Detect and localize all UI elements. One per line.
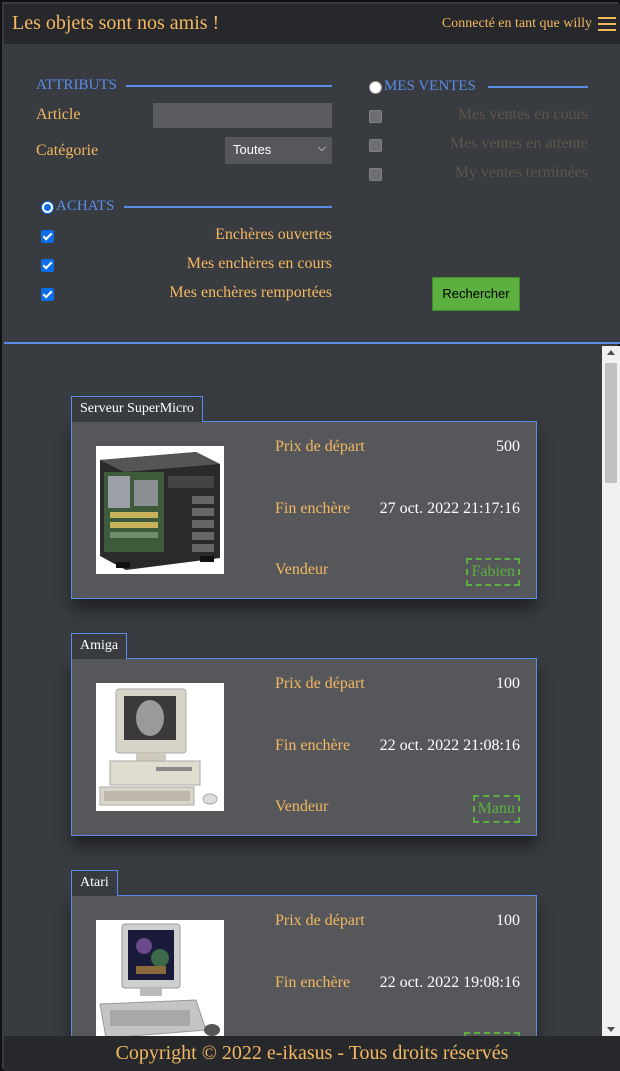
sales-current-label: Mes ventes en cours xyxy=(457,106,588,123)
atari-image[interactable] xyxy=(96,920,224,1036)
app-frame: Les objets sont nos amis ! Connecté en t… xyxy=(0,0,620,1071)
won-bids-checkbox[interactable] xyxy=(41,288,54,301)
won-bids-label: Mes enchères remportées xyxy=(169,284,332,301)
search-filters: ATTRIBUTS Article Catégorie Toutes ⌵ MES… xyxy=(4,44,620,344)
footer-copyright: Copyright © 2022 e-ikasus - Tous droits … xyxy=(4,1036,620,1071)
sales-finished-checkbox[interactable] xyxy=(369,168,382,181)
listing-title[interactable]: Amiga xyxy=(71,633,128,659)
category-label: Catégorie xyxy=(36,142,99,159)
listing-card[interactable]: Atari Prix de départ 100 Fin enchère 22 … xyxy=(71,870,537,1036)
category-select[interactable]: Toutes ⌵ xyxy=(225,137,332,164)
listing-body: Prix de départ 100 Fin enchère 22 oct. 2… xyxy=(71,658,537,836)
results-scrollbar[interactable] xyxy=(602,346,620,1036)
listing-card[interactable]: Serveur SuperMicro Prix de départ 500 Fi… xyxy=(71,396,537,606)
end-date-label: Fin enchère xyxy=(275,974,351,991)
article-label: Article xyxy=(36,106,81,123)
search-button[interactable]: Rechercher xyxy=(432,277,520,311)
sales-divider xyxy=(488,86,588,88)
start-price-value: 100 xyxy=(496,675,520,692)
listing-title[interactable]: Serveur SuperMicro xyxy=(71,396,203,422)
header: Les objets sont nos amis ! Connecté en t… xyxy=(4,4,620,44)
attributes-divider xyxy=(126,85,332,87)
seller-label: Vendeur xyxy=(275,561,329,578)
category-selected: Toutes xyxy=(233,142,272,157)
listing-title[interactable]: Atari xyxy=(71,870,118,896)
start-price-value: 100 xyxy=(496,912,520,929)
purchases-radio[interactable] xyxy=(41,201,54,214)
article-input[interactable] xyxy=(153,103,332,128)
seller-link[interactable]: Manu xyxy=(472,795,520,823)
scroll-up-icon[interactable] xyxy=(607,350,615,355)
end-date-label: Fin enchère xyxy=(275,500,351,517)
seller-link[interactable]: Fabien xyxy=(466,558,520,586)
sales-radio[interactable] xyxy=(369,81,382,94)
seller-label: Vendeur xyxy=(275,798,329,815)
start-price-value: 500 xyxy=(496,438,520,455)
scroll-thumb[interactable] xyxy=(605,363,617,483)
listing-body: Prix de départ 500 Fin enchère 27 oct. 2… xyxy=(71,421,537,599)
open-bids-label: Enchères ouvertes xyxy=(215,226,332,243)
scroll-down-icon[interactable] xyxy=(607,1027,615,1032)
connected-user: Connecté en tant que willy xyxy=(441,16,592,31)
sales-pending-checkbox[interactable] xyxy=(369,139,382,152)
open-bids-checkbox[interactable] xyxy=(41,230,54,243)
listing-card[interactable]: Amiga Prix de départ 100 Fin enchère 22 … xyxy=(71,633,537,843)
server-image[interactable] xyxy=(96,446,224,574)
results-list: Serveur SuperMicro Prix de départ 500 Fi… xyxy=(4,346,602,1036)
end-date-value: 22 oct. 2022 21:08:16 xyxy=(379,737,520,754)
listing-body: Prix de départ 100 Fin enchère 22 oct. 2… xyxy=(71,895,537,1036)
amiga-image[interactable] xyxy=(96,683,224,811)
end-date-value: 22 oct. 2022 19:08:16 xyxy=(379,974,520,991)
sales-current-checkbox[interactable] xyxy=(369,110,382,123)
chevron-down-icon: ⌵ xyxy=(317,142,326,154)
start-price-label: Prix de départ xyxy=(275,912,365,929)
purchases-divider xyxy=(124,206,332,208)
my-bids-label: Mes enchères en cours xyxy=(186,255,332,272)
site-title[interactable]: Les objets sont nos amis ! xyxy=(12,12,219,35)
purchases-legend: ACHATS xyxy=(56,198,115,214)
sales-finished-label: My ventes terminées xyxy=(454,164,588,181)
start-price-label: Prix de départ xyxy=(275,438,365,455)
end-date-label: Fin enchère xyxy=(275,737,351,754)
my-bids-checkbox[interactable] xyxy=(41,259,54,272)
sales-pending-label: Mes ventes en attente xyxy=(449,135,588,152)
menu-icon[interactable] xyxy=(598,17,616,31)
end-date-value: 27 oct. 2022 21:17:16 xyxy=(379,500,520,517)
sales-legend: MES VENTES xyxy=(384,78,476,94)
attributes-legend: ATTRIBUTS xyxy=(36,77,117,93)
start-price-label: Prix de départ xyxy=(275,675,365,692)
